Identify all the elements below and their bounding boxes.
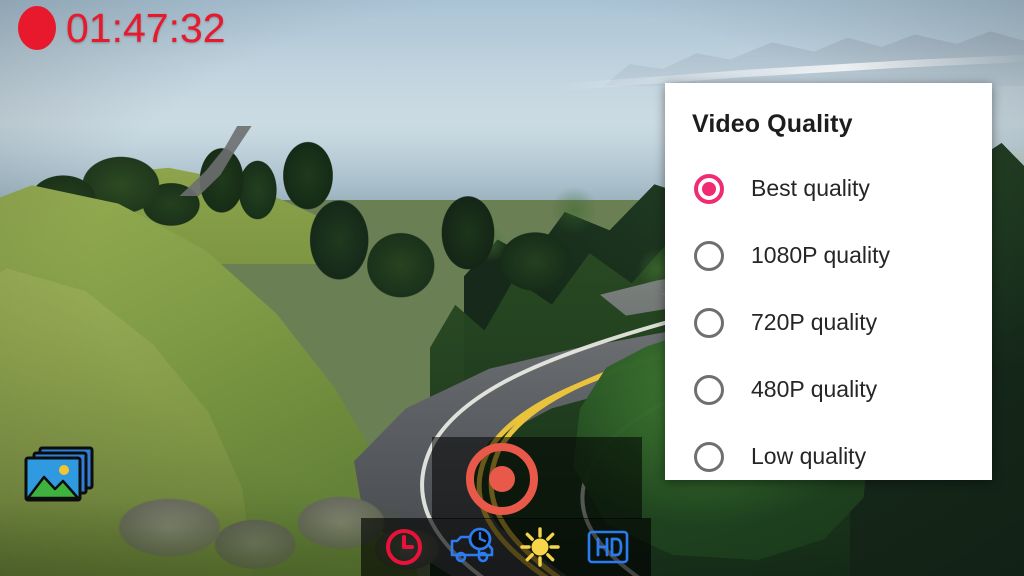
option-720p-quality[interactable]: 720P quality: [665, 289, 992, 356]
camera-app-screen: 01:47:32 Video Quality Best quality 1080…: [0, 0, 1024, 576]
radio-button-icon[interactable]: [694, 240, 724, 271]
radio-button-icon[interactable]: [694, 441, 724, 472]
timer-button[interactable]: [381, 524, 427, 570]
record-button[interactable]: [466, 443, 538, 515]
gallery-button[interactable]: [20, 444, 96, 506]
photo-stack-icon: [24, 446, 94, 502]
hd-icon: [587, 530, 629, 564]
video-quality-dialog: Video Quality Best quality 1080P quality…: [665, 83, 992, 480]
video-quality-option-list: Best quality 1080P quality 720P quality …: [665, 155, 992, 490]
option-label: 1080P quality: [751, 242, 890, 268]
record-circle-icon: [489, 466, 515, 492]
option-low-quality[interactable]: Low quality: [665, 423, 992, 490]
hd-quality-button[interactable]: [585, 524, 631, 570]
brightness-button[interactable]: [517, 524, 563, 570]
option-label: 480P quality: [751, 376, 878, 402]
elapsed-time-label: 01:47:32: [66, 5, 226, 51]
option-label: Low quality: [751, 443, 867, 469]
option-1080p-quality[interactable]: 1080P quality: [665, 222, 992, 289]
time-lapse-button[interactable]: [449, 524, 495, 570]
radio-button-icon[interactable]: [694, 307, 724, 338]
radio-button-icon[interactable]: [694, 374, 724, 405]
camera-toolbar: [381, 522, 631, 572]
truck-clock-icon: [450, 527, 494, 563]
option-best-quality[interactable]: Best quality: [665, 155, 992, 222]
option-label: Best quality: [751, 175, 870, 201]
clock-icon: [386, 529, 422, 565]
recording-timer: 01:47:32: [18, 6, 226, 50]
sun-icon: [520, 527, 560, 567]
radio-button-selected-icon[interactable]: [694, 173, 724, 204]
option-480p-quality[interactable]: 480P quality: [665, 356, 992, 423]
record-dot-icon: [18, 6, 56, 50]
dialog-title: Video Quality: [692, 110, 853, 138]
radio-dot: [702, 181, 716, 196]
option-label: 720P quality: [751, 309, 878, 335]
